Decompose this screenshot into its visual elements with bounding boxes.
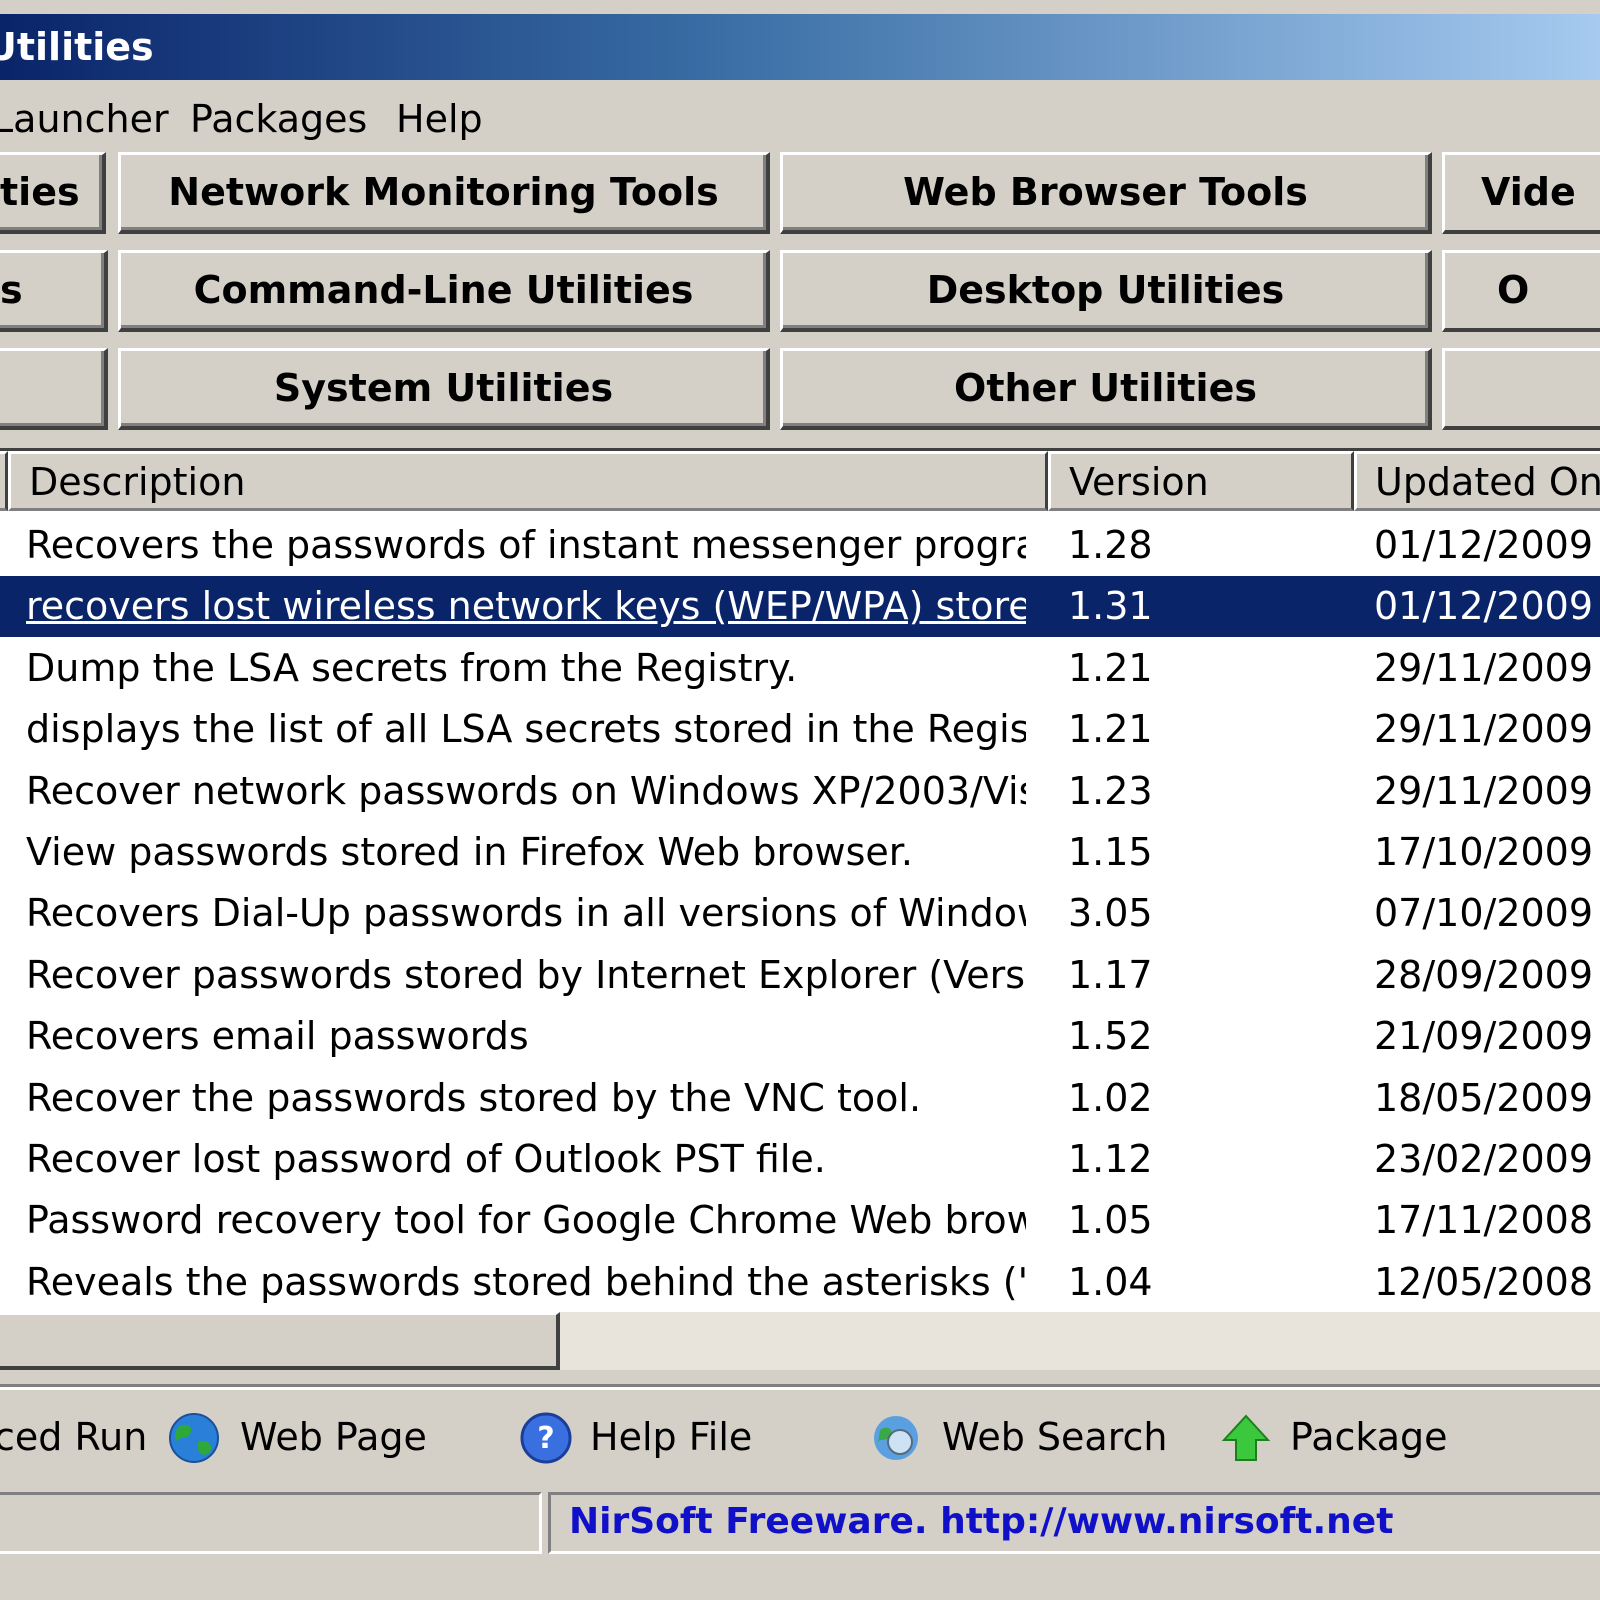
updated-cell: 07/10/2009 [1374, 891, 1594, 936]
updated-cell: 18/05/2009 [1374, 1075, 1594, 1120]
nirsoft-link[interactable]: NirSoft Freeware. http://www.nirsoft.net [551, 1501, 1393, 1542]
updated-cell: 23/02/2009 [1374, 1137, 1594, 1181]
help-file-button[interactable]: ? Help File [520, 1406, 760, 1468]
updated-cell: 29/11/2009 [1374, 707, 1594, 752]
help-icon: ? [520, 1412, 572, 1464]
category-other-right[interactable]: O [1442, 250, 1600, 332]
category-network-monitoring-tools[interactable]: Network Monitoring Tools [118, 152, 770, 234]
table-row[interactable]: Recovers Dial-Up passwords in all versio… [0, 883, 1600, 944]
status-bar: NirSoft Freeware. http://www.nirsoft.net [0, 1488, 1600, 1558]
updated-cell: 17/11/2008 [1374, 1198, 1594, 1243]
utilities-list[interactable]: Description Version Updated On Recovers … [0, 448, 1600, 1368]
updated-cell: 12/05/2008 [1374, 1259, 1594, 1304]
description-cell: Reveals the passwords stored behind the … [26, 1259, 1026, 1304]
category-video[interactable]: Vide [1442, 152, 1600, 234]
category-web-browser-tools[interactable]: Web Browser Tools [780, 152, 1432, 234]
status-panel-left [0, 1492, 542, 1554]
updated-cell: 21/09/2009 [1374, 1014, 1594, 1059]
updated-cell: 01/12/2009 [1374, 584, 1594, 629]
column-header-name[interactable] [0, 451, 8, 511]
updated-cell: 29/11/2009 [1374, 768, 1594, 813]
column-header-description[interactable]: Description [8, 451, 1048, 511]
updated-cell: 01/12/2009 [1374, 523, 1594, 567]
version-cell: 1.21 [1068, 707, 1153, 752]
separator-highlight [0, 1387, 1600, 1390]
description-cell: Dump the LSA secrets from the Registry. [26, 645, 798, 690]
version-cell: 1.12 [1068, 1137, 1153, 1181]
description-cell: Recover network passwords on Windows XP/… [26, 768, 1026, 813]
description-cell: Recover passwords stored by Internet Exp… [26, 952, 1026, 997]
menu-bar: Launcher Packages Help [0, 84, 1600, 150]
package-button[interactable]: Package [1220, 1406, 1460, 1468]
advanced-run-button[interactable]: ced Run [0, 1406, 147, 1468]
category-system-utilities[interactable]: System Utilities [118, 348, 770, 430]
status-panel-link: NirSoft Freeware. http://www.nirsoft.net [548, 1492, 1600, 1554]
green-up-arrow-icon [1221, 1414, 1271, 1461]
version-cell: 1.52 [1068, 1014, 1153, 1059]
version-cell: 3.05 [1068, 891, 1153, 936]
category-tab-right-3[interactable] [1442, 348, 1600, 430]
version-cell: 1.21 [1068, 645, 1153, 690]
web-page-button[interactable]: Web Page [168, 1406, 428, 1468]
list-header: Description Version Updated On [0, 451, 1600, 511]
version-cell: 1.31 [1068, 584, 1153, 629]
version-cell: 1.15 [1068, 830, 1153, 874]
description-cell: Password recovery tool for Google Chrome… [26, 1198, 1026, 1243]
table-row[interactable]: Recover passwords stored by Internet Exp… [0, 945, 1600, 1006]
category-tab-left-3[interactable] [0, 348, 108, 430]
description-cell: displays the list of all LSA secrets sto… [26, 707, 1026, 752]
svg-text:?: ? [537, 1421, 554, 1456]
description-cell: Recovers the passwords of instant messen… [26, 523, 1026, 567]
bottom-toolbar: ced Run Web Page ? Help File Web Search … [0, 1396, 1600, 1476]
version-cell: 1.28 [1068, 523, 1153, 567]
table-row[interactable]: Reveals the passwords stored behind the … [0, 1252, 1600, 1313]
updated-cell: 29/11/2009 [1374, 645, 1594, 690]
table-row[interactable]: Recover the passwords stored by the VNC … [0, 1068, 1600, 1129]
table-row[interactable]: View passwords stored in Firefox Web bro… [0, 822, 1600, 883]
description-cell: Recover the passwords stored by the VNC … [26, 1075, 922, 1120]
menu-help[interactable]: Help [396, 96, 483, 142]
table-row[interactable]: Recovers the passwords of instant messen… [0, 515, 1600, 576]
version-cell: 1.05 [1068, 1198, 1153, 1243]
version-cell: 1.02 [1068, 1075, 1153, 1120]
table-row[interactable]: displays the list of all LSA secrets sto… [0, 699, 1600, 760]
table-row[interactable]: Recovers email passwords 1.52 21/09/2009 [0, 1006, 1600, 1067]
category-command-line-utilities[interactable]: Command-Line Utilities [118, 250, 770, 332]
category-desktop-utilities[interactable]: Desktop Utilities [780, 250, 1432, 332]
category-tab-utilities[interactable]: ties [0, 152, 106, 234]
column-header-version[interactable]: Version [1048, 451, 1354, 511]
description-cell: Recover lost password of Outlook PST fil… [26, 1137, 826, 1181]
menu-packages[interactable]: Packages [190, 96, 367, 142]
version-cell: 1.23 [1068, 768, 1153, 813]
title-bar[interactable]: Utilities [0, 14, 1600, 80]
column-header-updated[interactable]: Updated On [1354, 451, 1600, 511]
category-tab-left-2[interactable]: s [0, 250, 108, 332]
description-cell: recovers lost wireless network keys (WEP… [26, 584, 1026, 629]
version-cell: 1.04 [1068, 1259, 1153, 1304]
updated-cell: 28/09/2009 [1374, 952, 1594, 997]
table-row[interactable]: Password recovery tool for Google Chrome… [0, 1190, 1600, 1251]
description-cell: View passwords stored in Firefox Web bro… [26, 830, 913, 874]
description-cell: Recovers email passwords [26, 1014, 529, 1059]
description-cell: Recovers Dial-Up passwords in all versio… [26, 891, 1026, 936]
table-row[interactable]: Recover network passwords on Windows XP/… [0, 761, 1600, 822]
version-cell: 1.17 [1068, 952, 1153, 997]
globe-search-icon [874, 1416, 918, 1460]
window-title: Utilities [0, 25, 154, 69]
window-top-edge [0, 0, 1600, 14]
scrollbar-thumb[interactable] [0, 1312, 560, 1370]
horizontal-scrollbar[interactable] [0, 1312, 1600, 1370]
globe-icon [169, 1413, 219, 1463]
table-row[interactable]: Dump the LSA secrets from the Registry. 1… [0, 638, 1600, 699]
web-search-button[interactable]: Web Search [870, 1406, 1170, 1468]
table-row[interactable]: recovers lost wireless network keys (WEP… [0, 576, 1600, 638]
table-row[interactable]: Recover lost password of Outlook PST fil… [0, 1129, 1600, 1190]
updated-cell: 17/10/2009 [1374, 830, 1594, 874]
category-other-utilities[interactable]: Other Utilities [780, 348, 1432, 430]
menu-launcher[interactable]: Launcher [0, 96, 169, 142]
